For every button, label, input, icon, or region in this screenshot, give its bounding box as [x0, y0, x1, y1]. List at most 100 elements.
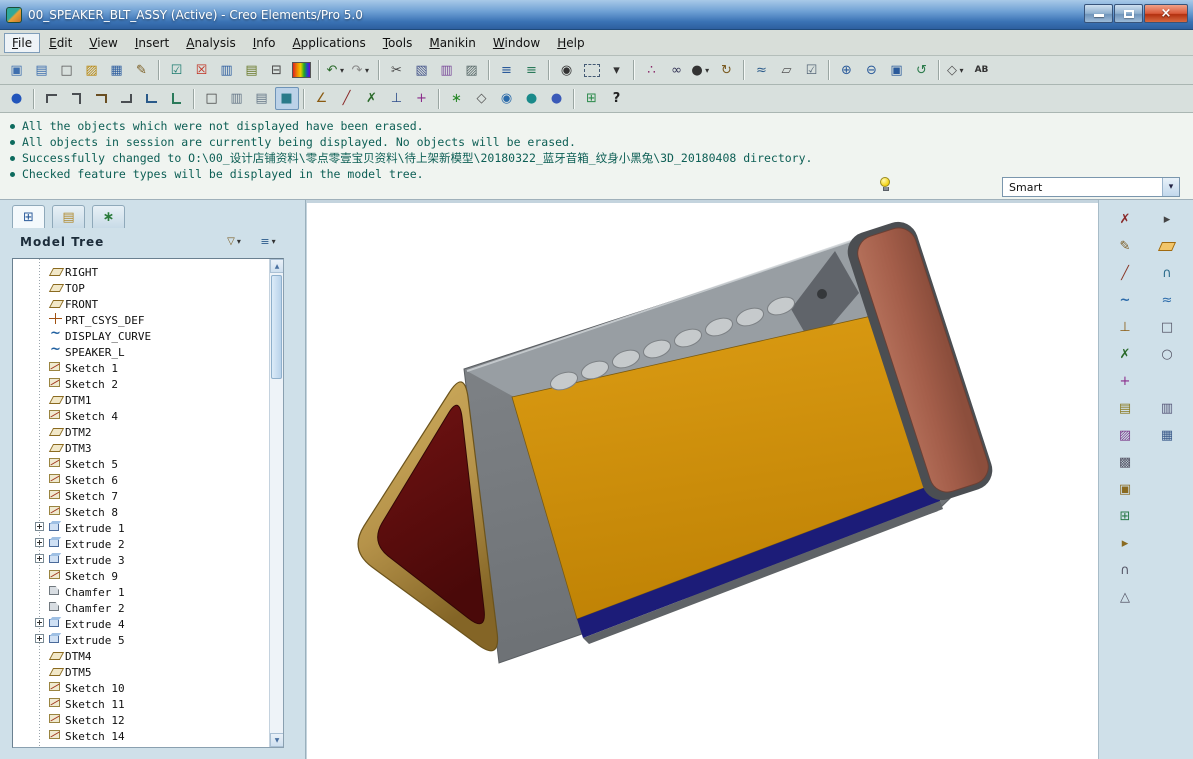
tree-item[interactable]: DISPLAY_CURVE: [13, 326, 269, 343]
tree-item[interactable]: TOP: [13, 279, 269, 295]
copy-icon[interactable]: ▧: [410, 59, 434, 82]
selection-filter-combo[interactable]: Smart: [1002, 177, 1180, 197]
menu-view[interactable]: View: [81, 33, 125, 53]
render-icon[interactable]: ●: [520, 87, 544, 110]
display-check-icon[interactable]: ☑: [165, 59, 189, 82]
speaker-3d-model[interactable]: [307, 203, 1098, 759]
hint-bulb-icon[interactable]: [880, 177, 891, 192]
tree-item[interactable]: RIGHT: [13, 263, 269, 279]
corner-display-icon-1[interactable]: [40, 87, 64, 110]
tree-item[interactable]: Sketch 9: [13, 567, 269, 583]
expand-icon[interactable]: [35, 522, 44, 531]
no-hidden-icon[interactable]: ▤: [250, 87, 274, 110]
view-glasses-icon[interactable]: ∞: [665, 59, 689, 82]
tree-item[interactable]: Extrude 1: [13, 519, 269, 535]
tree-item[interactable]: Sketch 10: [13, 679, 269, 695]
shaded-icon[interactable]: ■: [274, 87, 299, 110]
publish-geom-icon[interactable]: ⊞: [1113, 505, 1137, 528]
expand-icon[interactable]: [35, 634, 44, 643]
menu-edit[interactable]: Edit: [41, 33, 80, 53]
curve-tool-icon[interactable]: ~: [1113, 289, 1137, 312]
tree-item[interactable]: Extrude 2: [13, 535, 269, 551]
layer-stack-icon[interactable]: ≈: [750, 59, 774, 82]
tree-item[interactable]: Sketch 1: [13, 359, 269, 375]
regenerate-icon[interactable]: ●: [5, 87, 29, 110]
flyout-arrow-icon[interactable]: ▸: [1155, 208, 1179, 231]
tree-item[interactable]: Chamfer 2: [13, 599, 269, 615]
tab-favorites[interactable]: [92, 205, 125, 228]
select-working-dir-icon[interactable]: ▣: [5, 59, 29, 82]
tree-item[interactable]: Extrude 3: [13, 551, 269, 567]
sketch-tool-icon[interactable]: ✎: [1113, 235, 1137, 258]
datum-axis-tool-icon[interactable]: ╱: [1113, 262, 1137, 285]
round-tool-icon[interactable]: ∩: [1113, 559, 1137, 582]
close-button[interactable]: ×: [1144, 4, 1188, 23]
graphics-viewport[interactable]: [307, 203, 1098, 759]
corner-display-icon-4[interactable]: [115, 87, 139, 110]
tree-item[interactable]: DTM3: [13, 439, 269, 455]
open-file-icon[interactable]: ▨: [80, 59, 104, 82]
tree-item[interactable]: Extrude 4: [13, 615, 269, 631]
datum-axis-toggle-icon[interactable]: ╱: [335, 87, 359, 110]
cut-icon[interactable]: ✂: [385, 59, 409, 82]
expand-icon[interactable]: [35, 554, 44, 563]
spin-pan-icon[interactable]: ↻: [715, 59, 739, 82]
perspective-icon[interactable]: ◇: [470, 87, 494, 110]
tree-scrollbar[interactable]: [269, 259, 283, 747]
browser-icon[interactable]: ◉: [495, 87, 519, 110]
menu-manikin[interactable]: Manikin: [421, 33, 484, 53]
save-display-icon[interactable]: ▥: [215, 59, 239, 82]
tree-item[interactable]: Sketch 2: [13, 375, 269, 391]
paste-icon[interactable]: ▥: [435, 59, 459, 82]
tree-item[interactable]: Sketch 5: [13, 455, 269, 471]
erase-display-icon[interactable]: ☒: [190, 59, 214, 82]
menu-help[interactable]: Help: [549, 33, 592, 53]
minimize-button[interactable]: [1084, 4, 1113, 23]
tree-filter-button[interactable]: [221, 232, 247, 251]
draft-tool-icon[interactable]: △: [1113, 586, 1137, 609]
copy-geom-icon[interactable]: ▣: [1113, 478, 1137, 501]
model-display-icon[interactable]: ●: [545, 87, 569, 110]
tree-item[interactable]: FRONT: [13, 295, 269, 311]
wireframe-icon[interactable]: □: [200, 87, 224, 110]
maximize-button[interactable]: [1114, 4, 1143, 23]
cylinder-tool-icon[interactable]: ○: [1155, 343, 1179, 366]
zoom-in-icon[interactable]: ⊕: [835, 59, 859, 82]
corner-display-icon-2[interactable]: [65, 87, 89, 110]
corner-display-icon-3[interactable]: [90, 87, 114, 110]
feature-list-icon[interactable]: ≡: [495, 59, 519, 82]
tree-item[interactable]: Sketch 8: [13, 503, 269, 519]
menu-tools[interactable]: Tools: [375, 33, 421, 53]
tree-settings-button[interactable]: [255, 232, 281, 251]
tree-item[interactable]: Sketch 7: [13, 487, 269, 503]
hidden-line-icon[interactable]: ▥: [225, 87, 249, 110]
tree-item[interactable]: Chamfer 1: [13, 583, 269, 599]
orient-mode-icon[interactable]: ◇: [945, 59, 969, 82]
select-box-icon[interactable]: [580, 59, 604, 82]
point-tool-icon[interactable]: ✗: [1113, 343, 1137, 366]
menu-applications[interactable]: Applications: [284, 33, 373, 53]
menu-analysis[interactable]: Analysis: [178, 33, 243, 53]
palette-tool-icon[interactable]: ▨: [1113, 424, 1137, 447]
datum-point-tool-icon[interactable]: ✗: [1113, 208, 1137, 231]
print-icon[interactable]: ⊟: [265, 59, 289, 82]
tree-item[interactable]: DTM5: [13, 663, 269, 679]
spin-center-toggle-icon[interactable]: +: [410, 87, 434, 110]
layer-copy-icon[interactable]: ▤: [1113, 397, 1137, 420]
tree-item[interactable]: DTM4: [13, 647, 269, 663]
new-file-icon[interactable]: □: [55, 59, 79, 82]
tree-item[interactable]: Sketch 14: [13, 727, 269, 743]
datum-plane-toggle-icon[interactable]: ∠: [310, 87, 334, 110]
stack-tool-icon[interactable]: ▩: [1113, 451, 1137, 474]
tree-item[interactable]: Extrude 5: [13, 631, 269, 647]
context-help-icon[interactable]: ?: [605, 87, 629, 110]
scroll-up-icon[interactable]: [270, 259, 283, 273]
drawing-icon[interactable]: ▱: [775, 59, 799, 82]
refit-icon[interactable]: ▣: [885, 59, 909, 82]
tree-item[interactable]: DTM1: [13, 391, 269, 407]
layers-icon[interactable]: ▤: [240, 59, 264, 82]
select-options-icon[interactable]: ▾: [605, 59, 629, 82]
redo-icon[interactable]: ↷: [350, 59, 374, 82]
save-copy-icon[interactable]: ✎: [130, 59, 154, 82]
offset-point-icon[interactable]: +: [1113, 370, 1137, 393]
